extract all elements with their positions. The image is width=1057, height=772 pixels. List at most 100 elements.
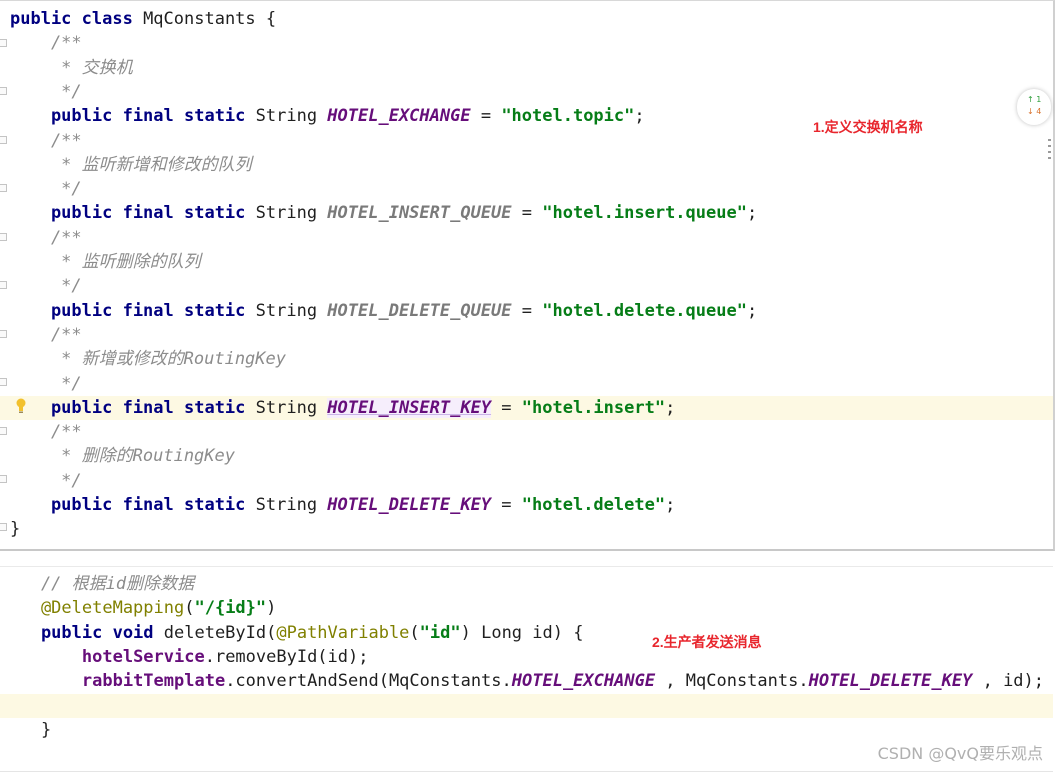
code-line[interactable]: public final static String HOTEL_DELETE_… [10, 299, 1053, 323]
code-line[interactable]: public final static String HOTEL_INSERT_… [10, 201, 1053, 225]
vcs-change-badge[interactable]: ↑ 1 ↓ 4 [1017, 89, 1051, 125]
code-line[interactable]: // 根据id删除数据 [0, 572, 1053, 596]
code-token: hotelService [81, 646, 205, 667]
code-lines[interactable]: public class MqConstants { /** * 交换机 */ … [0, 7, 1053, 549]
code-line[interactable]: * 监听新增和修改的队列 [10, 153, 1053, 177]
code-line[interactable]: /** [10, 226, 1053, 250]
code-token: deleteById( [163, 622, 277, 643]
code-token: HOTEL_DELETE_KEY [327, 495, 492, 515]
code-line[interactable]: } [10, 517, 1053, 541]
code-token: "hotel.insert.queue" [542, 203, 747, 224]
code-line[interactable]: public final static String HOTEL_INSERT_… [0, 395, 1053, 420]
code-token: , id); [972, 671, 1045, 692]
code-token: = [491, 397, 522, 418]
code-line[interactable]: rabbitTemplate.convertAndSend(MqConstant… [0, 669, 1053, 693]
code-token: public final static [10, 495, 256, 515]
code-token: * 交换机 [10, 57, 133, 78]
code-line[interactable]: */ [10, 469, 1053, 493]
code-token: * 监听新增和修改的队列 [10, 154, 252, 175]
code-line[interactable]: /** [10, 420, 1053, 444]
fold-marker-icon[interactable] [0, 330, 7, 338]
fold-marker-icon[interactable] [0, 427, 7, 435]
code-token: */ [10, 81, 82, 102]
code-token: @DeleteMapping [0, 598, 185, 619]
code-line[interactable]: */ [10, 177, 1053, 201]
vcs-down-count: ↓ 4 [1027, 107, 1042, 116]
code-token: .convertAndSend(MqConstants. [225, 671, 512, 692]
code-line[interactable]: * 交换机 [10, 56, 1053, 80]
code-line[interactable]: public class MqConstants { [10, 7, 1053, 31]
fold-marker-icon[interactable] [0, 184, 7, 192]
code-token: id [105, 574, 127, 594]
code-token: String [255, 106, 328, 127]
code-token: */ [10, 373, 82, 394]
code-token: ; [665, 397, 676, 418]
code-token: * 新增或修改的RoutingKey [10, 349, 286, 370]
code-token: HOTEL_EXCHANGE [511, 671, 656, 692]
code-line[interactable]: } [0, 718, 1053, 742]
fold-marker-icon[interactable] [0, 523, 7, 531]
code-token: */ [10, 470, 82, 491]
code-token: public final static [10, 397, 256, 418]
code-token: } [10, 519, 21, 540]
code-line[interactable]: /** [10, 323, 1053, 347]
code-token: HOTEL_DELETE_KEY [808, 671, 973, 692]
code-line[interactable]: * 删除的RoutingKey [10, 444, 1053, 468]
code-line[interactable] [0, 693, 1053, 718]
code-token: ; [665, 495, 676, 515]
code-token: * 删除的RoutingKey [10, 446, 235, 467]
code-line[interactable]: /** [10, 31, 1053, 55]
code-token: "hotel.delete.queue" [542, 300, 747, 321]
annotation-producer-send: 2.生产者发送消息 [652, 634, 762, 650]
code-token: rabbitTemplate [81, 671, 226, 692]
fold-marker-icon[interactable] [0, 39, 7, 47]
code-token: = [491, 495, 522, 515]
code-token: HOTEL_EXCHANGE [327, 106, 471, 127]
fold-marker-icon[interactable] [0, 233, 7, 241]
code-token: ) [266, 598, 277, 619]
code-token: ; [634, 106, 645, 127]
code-line[interactable]: */ [10, 274, 1053, 298]
code-token: /** [10, 227, 82, 248]
fold-marker-icon[interactable] [0, 281, 7, 289]
code-token: String [255, 495, 328, 515]
code-token: ; [746, 300, 758, 321]
fold-marker-icon[interactable] [0, 475, 7, 483]
scroll-marker [1048, 145, 1051, 147]
code-token: , MqConstants. [655, 671, 809, 692]
code-token: HOTEL_DELETE_QUEUE [327, 300, 512, 321]
scroll-marker [1048, 151, 1051, 153]
vcs-up-count: ↑ 1 [1027, 95, 1042, 104]
scroll-marker [1048, 157, 1051, 159]
code-token: @PathVariable [276, 622, 410, 643]
code-token: /** [10, 324, 82, 345]
fold-marker-icon[interactable] [0, 378, 7, 386]
code-line[interactable]: */ [10, 80, 1053, 104]
code-token: "hotel.topic" [501, 106, 635, 127]
code-line[interactable]: public void deleteById(@PathVariable("id… [0, 621, 1053, 645]
code-token: "hotel.insert" [521, 397, 666, 418]
code-line[interactable]: hotelService.removeById(id); [0, 645, 1053, 669]
code-line[interactable]: */ [10, 372, 1053, 396]
code-token: */ [10, 276, 82, 297]
scroll-marker [1048, 139, 1051, 141]
fold-marker-icon[interactable] [0, 136, 7, 144]
code-line[interactable]: * 监听删除的队列 [10, 250, 1053, 274]
code-token: /** [10, 422, 82, 443]
code-token: 删除数据 [126, 574, 195, 594]
code-line[interactable]: * 新增或修改的RoutingKey [10, 347, 1053, 371]
code-token: HOTEL_INSERT_KEY [327, 397, 492, 418]
code-line[interactable]: public final static String HOTEL_DELETE_… [10, 493, 1053, 517]
code-token: = [511, 203, 543, 224]
editor-gutter [0, 1, 8, 549]
code-token: ( [409, 622, 420, 643]
code-line[interactable]: @DeleteMapping("/{id}") [0, 596, 1053, 620]
code-token: /** [10, 130, 82, 151]
code-token: "id" [419, 622, 461, 643]
fold-marker-icon[interactable] [0, 87, 7, 95]
lightbulb-icon[interactable] [16, 398, 26, 414]
code-token: */ [10, 179, 82, 200]
code-editor-constants[interactable]: public class MqConstants { /** * 交换机 */ … [0, 0, 1055, 551]
code-token: } [0, 719, 52, 740]
